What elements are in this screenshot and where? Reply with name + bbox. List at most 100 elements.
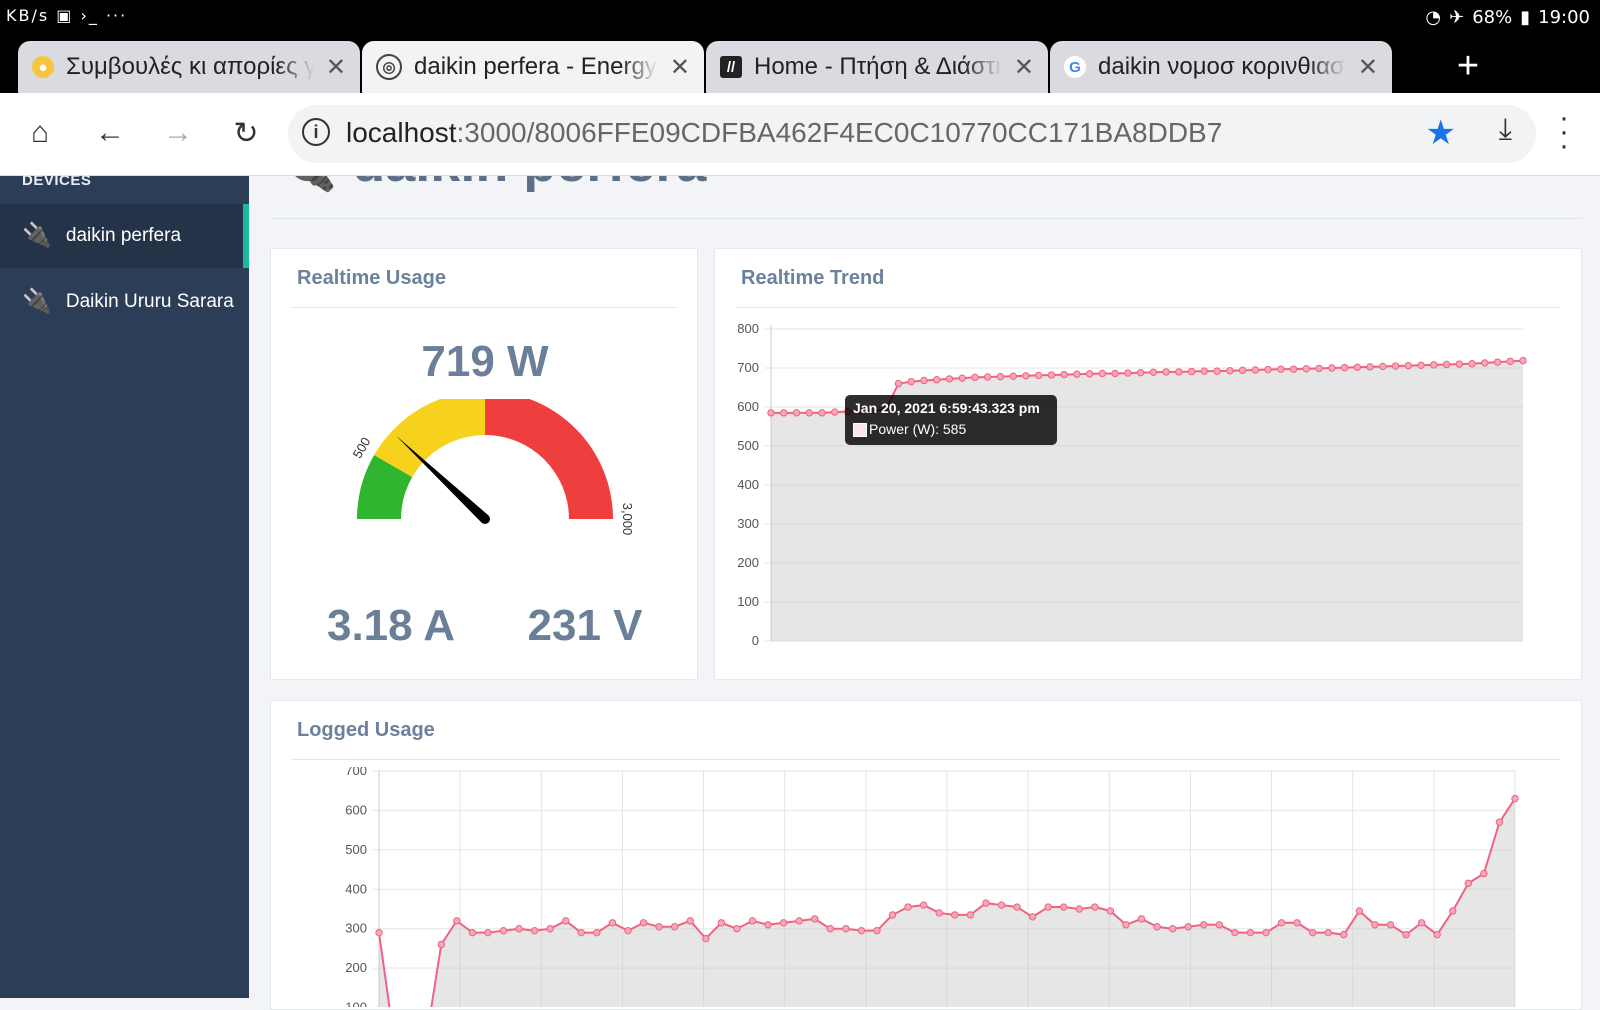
data-point [1047,371,1056,379]
data-point [1506,357,1514,366]
power-gauge: 5001,5003,000 [350,399,635,536]
tab-2-active[interactable]: ◎ daikin perfera - Energy Monitor ✕ [362,41,704,93]
data-point [920,376,928,385]
data-point [888,911,897,919]
data-point [932,375,941,384]
card-divider [291,759,1561,760]
url-host: localhost [346,117,457,148]
url-path: :3000/8006FFE09CDFBA462F4EC0C10770CC171B… [456,117,1223,148]
y-tick-label: 700 [345,767,367,778]
close-icon[interactable]: ✕ [1014,53,1034,82]
device-status-bar: KB/s ▣ ›_ ··· ◔ ✈ 68% ▮ 19:00 [0,0,1600,36]
data-point [951,911,959,919]
data-point [1430,361,1438,369]
sidebar-item-daikin-ururu-sarara[interactable]: 🔌 Daikin Ururu Sarara [0,288,249,316]
download-icon[interactable]: ⤓ [1499,113,1512,147]
data-point [1060,370,1068,379]
data-point [1308,928,1317,937]
data-point [1324,928,1332,937]
close-icon[interactable]: ✕ [670,53,690,82]
data-point [780,409,788,417]
back-arrow-icon[interactable]: ← [88,111,132,155]
data-point [1075,905,1083,913]
data-point [1262,928,1270,937]
tooltip-title: Jan 20, 2021 6:59:43.323 pm [853,400,1040,416]
data-point [1417,361,1425,369]
data-point [484,928,492,937]
gauge-tick-label: 3,000 [620,503,635,536]
tab-title: Συμβουλές κι απορίες για [66,53,314,80]
data-point [499,926,508,935]
data-point [1277,365,1285,373]
data-point [818,409,826,417]
sidebar: DEVICES 🔌 daikin perfera 🔌 Daikin Ururu Sa… [0,172,249,998]
tab-3[interactable]: // Home - Πτήση & Διάστημα ✕ [706,41,1048,93]
y-tick-label: 800 [737,321,759,336]
y-tick-label: 200 [737,555,759,570]
data-point [831,408,839,416]
data-point [767,409,775,417]
data-point [792,409,801,417]
data-point [935,909,943,917]
data-point [996,372,1005,381]
data-point [1251,366,1260,374]
data-point [1044,903,1052,911]
data-point [670,923,679,931]
data-point [639,919,648,927]
data-point [593,928,601,937]
y-tick-label: 200 [345,960,367,975]
data-point [515,925,523,933]
data-point [1137,915,1146,923]
status-left-icons: KB/s ▣ ›_ ··· [6,6,128,25]
data-point [375,928,383,937]
data-point [811,915,819,923]
chart-tooltip: Jan 20, 2021 6:59:43.323 pm Power (W): 5… [845,395,1057,445]
tab-4[interactable]: G daikin νομοσ κορινθιασ ✕ [1050,41,1392,93]
data-point [1480,869,1488,878]
data-point [1106,907,1115,915]
data-point [842,925,850,933]
new-tab-plus-icon[interactable]: + [1448,46,1488,86]
close-icon[interactable]: ✕ [326,53,346,82]
data-point [1315,364,1323,373]
info-icon[interactable]: i [302,118,330,146]
address-bar[interactable]: i localhost:3000/8006FFE09CDFBA462F4EC0C… [288,105,1536,163]
tab-1[interactable]: ● Συμβουλές κι απορίες για ✕ [18,41,360,93]
bookmark-star-icon[interactable]: ★ [1426,113,1456,153]
sidebar-item-daikin-perfera[interactable]: 🔌 daikin perfera [0,204,249,268]
y-tick-label: 300 [737,516,759,531]
battery-percent: 68% [1472,7,1513,28]
data-point [795,917,803,925]
battery-icon: ▮ [1520,7,1531,28]
data-point [1122,921,1130,929]
card-divider [735,307,1561,308]
data-point [1302,365,1311,373]
url-text[interactable]: localhost:3000/8006FFE09CDFBA462F4EC0C10… [346,117,1222,149]
data-point [919,901,928,909]
wifi-icon: ◔ [1425,7,1442,28]
data-point [1433,930,1441,939]
forward-arrow-icon[interactable]: → [156,111,200,155]
y-tick-label: 600 [345,802,367,817]
home-icon[interactable]: ⌂ [18,111,62,155]
y-tick-label: 300 [345,921,367,936]
data-point [1391,362,1400,370]
data-point [1386,921,1395,929]
data-point [733,925,741,933]
close-icon[interactable]: ✕ [1358,53,1378,82]
data-point [1060,903,1068,911]
power-value: 719 W [421,337,549,386]
data-point [702,934,710,943]
reload-icon[interactable]: ↻ [224,111,268,155]
data-point [1449,907,1457,915]
gauge-needle-hub [480,514,490,524]
data-point [1404,361,1412,370]
menu-kebab-icon[interactable]: · · · [1554,103,1574,161]
data-point [453,917,461,925]
realtime-trend-card: Realtime Trend 0 100 200 300 400 500 600 700 800… [714,248,1582,680]
data-point [1340,930,1348,939]
data-point [1028,913,1037,921]
data-point [1187,367,1196,376]
data-point [1371,921,1379,929]
data-point [577,928,586,937]
